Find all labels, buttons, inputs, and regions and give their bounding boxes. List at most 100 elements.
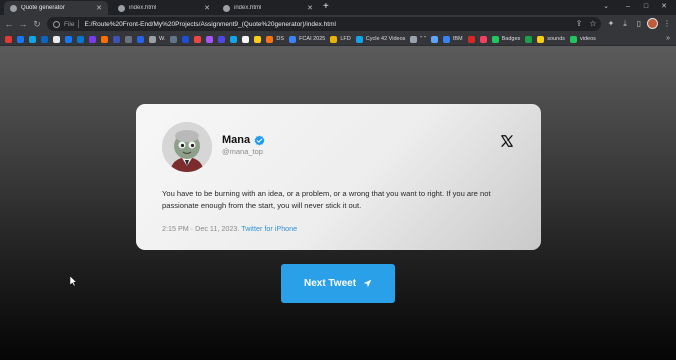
bookmark-item[interactable] (206, 35, 214, 43)
bookmark-favicon-icon (266, 35, 274, 43)
bookmark-item[interactable] (53, 35, 60, 43)
bookmark-label: " " (420, 36, 426, 42)
bookmark-item[interactable] (41, 35, 48, 43)
bookmark-item[interactable]: W. (149, 35, 165, 43)
bookmark-item[interactable]: DS (266, 35, 284, 43)
bookmark-item[interactable]: LFD (330, 35, 351, 43)
bookmark-favicon-icon (242, 35, 250, 43)
author-name[interactable]: Mana (222, 134, 250, 146)
bookmark-favicon-icon (113, 35, 120, 43)
bookmark-favicon-icon (430, 35, 438, 43)
bookmark-item[interactable] (170, 35, 178, 43)
bookmark-favicon-icon (137, 35, 144, 43)
bookmark-favicon-icon (491, 35, 499, 43)
forward-icon[interactable]: → (17, 18, 29, 30)
bookmark-item[interactable] (17, 35, 24, 43)
bookmark-item[interactable] (65, 35, 72, 43)
bookmark-favicon-icon (29, 35, 36, 43)
globe-icon (10, 4, 17, 12)
extensions-icon[interactable]: ✦ (605, 18, 617, 30)
bookmark-item[interactable]: videos (570, 35, 596, 43)
bookmark-item[interactable] (430, 35, 438, 43)
download-icon[interactable]: ⤓ (619, 18, 631, 30)
globe-icon (223, 4, 230, 12)
side-panel-icon[interactable]: ▯ (633, 18, 645, 30)
bookmark-item[interactable]: IBM (442, 35, 463, 43)
close-window-button[interactable]: ✕ (652, 0, 676, 15)
bookmark-favicon-icon (479, 35, 487, 43)
bookmark-item[interactable] (194, 35, 202, 43)
verified-badge-icon (254, 135, 265, 145)
tweet-time: 2:15 PM · Dec 11, 2023. (162, 224, 240, 233)
bookmark-item[interactable]: " " (410, 35, 426, 43)
new-tab-button[interactable]: + (323, 1, 329, 12)
author-handle[interactable]: @mana_top (222, 147, 263, 156)
next-tweet-button[interactable]: Next Tweet (281, 264, 395, 303)
bookmark-item[interactable] (254, 35, 262, 43)
close-tab-icon[interactable]: ✕ (204, 4, 210, 12)
bookmark-star-icon[interactable]: ☆ (587, 18, 599, 30)
bookmark-favicon-icon (65, 35, 72, 43)
bookmark-label: videos (580, 36, 596, 42)
bookmark-item[interactable]: Badges (491, 35, 520, 43)
menu-icon[interactable]: ⋮ (661, 18, 673, 30)
page-background: Mana @mana_top You have to be burning wi… (0, 46, 676, 360)
bookmark-item[interactable] (479, 35, 487, 43)
bookmark-favicon-icon (194, 35, 202, 43)
next-tweet-label: Next Tweet (303, 278, 357, 289)
address-bar[interactable]: File E:/Route%20Front-End/My%20Projects/… (47, 17, 601, 31)
bookmark-item[interactable] (230, 35, 238, 43)
reload-icon[interactable]: ↻ (31, 18, 43, 30)
bookmark-item[interactable]: FCAI 2025 (289, 35, 325, 43)
tab-search-icon[interactable]: ⌄ (594, 0, 618, 15)
close-tab-icon[interactable]: ✕ (96, 4, 102, 12)
back-icon[interactable]: ← (3, 18, 15, 30)
bookmark-label: IBM (452, 36, 463, 42)
bookmarks-overflow-button[interactable]: » (666, 35, 670, 42)
tab-quote-generator[interactable]: Quote generator ✕ (4, 1, 108, 15)
bookmark-item[interactable] (242, 35, 250, 43)
avatar-image (162, 122, 212, 172)
bookmark-favicon-icon (149, 35, 156, 43)
bookmark-item[interactable]: Cycle 42 Videos (355, 35, 405, 43)
bookmarks-bar: W. DS FCAI 2025 LFD Cycle 42 Videos " " IBM Bad… (0, 33, 676, 46)
tab-index-html[interactable]: index.html ✕ (112, 1, 216, 15)
bookmark-item[interactable] (137, 35, 144, 43)
tweet-meta: 2:15 PM · Dec 11, 2023. Twitter for iPho… (162, 224, 297, 233)
bookmark-favicon-icon (5, 35, 12, 43)
bookmark-favicon-icon (89, 35, 96, 43)
bookmark-favicon-icon (206, 35, 214, 43)
bookmark-favicon-icon (525, 35, 533, 43)
bookmark-favicon-icon (570, 35, 578, 43)
bookmark-label: LFD (340, 36, 351, 42)
bookmark-item[interactable] (5, 35, 12, 43)
bookmark-item[interactable] (77, 35, 84, 43)
bookmark-item[interactable] (29, 35, 36, 43)
bookmark-favicon-icon (17, 35, 24, 43)
bookmark-item[interactable] (182, 35, 190, 43)
share-icon[interactable]: ⇪ (573, 18, 585, 30)
tab-title: index.html (234, 5, 262, 11)
tab-index-html-2[interactable]: index.html ✕ (217, 1, 319, 15)
bookmark-favicon-icon (230, 35, 238, 43)
close-tab-icon[interactable]: ✕ (307, 4, 313, 12)
bookmark-item[interactable]: sounds (537, 35, 565, 43)
site-info-icon[interactable] (53, 20, 60, 28)
bookmark-item[interactable] (113, 35, 120, 43)
bookmark-favicon-icon (182, 35, 190, 43)
bookmark-item[interactable] (89, 35, 96, 43)
bookmark-item[interactable] (218, 35, 226, 43)
send-icon (363, 279, 372, 288)
bookmark-item[interactable] (125, 35, 132, 43)
browser-toolbar: ← → ↻ File E:/Route%20Front-End/My%20Pro… (0, 15, 676, 33)
x-logo-icon[interactable] (500, 134, 514, 148)
url-text[interactable]: E:/Route%20Front-End/My%20Projects/Assig… (84, 21, 335, 28)
bookmark-item[interactable] (101, 35, 108, 43)
tweet-source-link[interactable]: Twitter for iPhone (241, 224, 297, 233)
bookmark-favicon-icon (330, 35, 338, 43)
bookmark-item[interactable] (525, 35, 533, 43)
bookmark-favicon-icon (442, 35, 450, 43)
bookmark-item[interactable] (467, 35, 475, 43)
bookmark-favicon-icon (77, 35, 84, 43)
profile-avatar[interactable] (647, 18, 658, 29)
